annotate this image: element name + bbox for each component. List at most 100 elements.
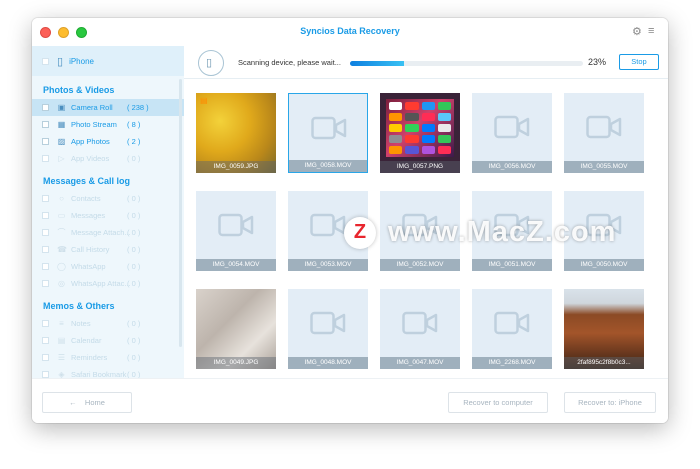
gear-icon[interactable]: ⚙ — [632, 25, 642, 38]
sidebar-item-checkbox — [42, 155, 49, 162]
media-tile-photo[interactable]: IMG_0057.PNG — [380, 93, 460, 173]
video-camera-icon — [218, 213, 254, 237]
sidebar-item-checkbox — [42, 195, 49, 202]
whatsapp-attachment-icon: ◎ — [58, 279, 65, 288]
media-tile-video[interactable]: IMG_2268.MOV — [472, 289, 552, 369]
sidebar-item-label: Messages — [71, 211, 106, 220]
sidebar-item-count: ( 0 ) — [127, 370, 141, 378]
contacts-icon: ○ — [59, 194, 64, 203]
sidebar-item-count: ( 0 ) — [127, 262, 141, 271]
device-name: iPhone — [69, 56, 94, 66]
media-tile-name: IMG_0051.MOV — [472, 259, 552, 271]
title-bar: Syncios Data Recovery ⚙ ≡ — [32, 18, 668, 46]
sidebar-sections: Photos & Videos ▣ Camera Roll ( 238 ) ▦ Photo… — [32, 76, 184, 378]
recover-to-device-button[interactable]: Recover to: iPhone — [564, 392, 656, 413]
sidebar: ▯ iPhone Photos & Videos ▣ Camera Roll ( 23… — [32, 46, 184, 378]
sidebar-item-label: Reminders — [71, 353, 108, 362]
app-icon — [437, 135, 451, 143]
sidebar-item-count: ( 0 ) — [127, 194, 141, 203]
sidebar-item: ◈ Safari Bookmark( 0 ) — [32, 366, 184, 378]
video-camera-icon — [402, 311, 438, 335]
sidebar-item-label: WhatsApp — [71, 262, 106, 271]
media-tile-video[interactable]: IMG_0056.MOV — [472, 93, 552, 173]
app-icon — [389, 135, 403, 143]
media-tile-name: IMG_0047.MOV — [380, 357, 460, 369]
sidebar-item-label: Contacts — [71, 194, 101, 203]
device-checkbox[interactable] — [42, 57, 49, 65]
sidebar-item-count: ( 0 ) — [127, 154, 141, 163]
app-videos-icon: ▷ — [58, 154, 65, 163]
sidebar-item-label: Safari Bookmark — [71, 370, 127, 378]
watermark-text: www.MacZ.com — [388, 216, 617, 248]
sidebar-item-checkbox[interactable] — [42, 104, 49, 111]
sidebar-item-count: ( 8 ) — [127, 120, 141, 129]
media-tile-name: IMG_0055.MOV — [564, 161, 644, 173]
sidebar-item: ☰ Reminders ( 0 ) — [32, 349, 184, 366]
sidebar-item: ▷ App Videos ( 0 ) — [32, 150, 184, 167]
sidebar-item: ☎ Call History ( 0 ) — [32, 241, 184, 258]
device-row[interactable]: ▯ iPhone — [32, 46, 184, 76]
sidebar-item-count: ( 0 ) — [127, 319, 141, 328]
whatsapp-icon: ◯ — [57, 262, 66, 271]
scan-progress-fill — [350, 61, 404, 66]
sidebar-item-count: ( 0 ) — [127, 245, 141, 254]
sidebar-item[interactable]: ▨ App Photos ( 2 ) — [32, 133, 184, 150]
media-tile-video[interactable]: IMG_0054.MOV — [196, 191, 276, 271]
sidebar-item-label: Camera Roll — [71, 103, 113, 112]
video-camera-icon — [586, 115, 622, 139]
sidebar-item-count: ( 0 ) — [127, 211, 141, 220]
media-tile-photo[interactable]: ▤ IMG_0059.JPG — [196, 93, 276, 173]
reminders-icon: ☰ — [57, 353, 66, 362]
sidebar-item-checkbox — [42, 212, 49, 219]
video-camera-icon — [310, 213, 346, 237]
home-button-label: Home — [84, 398, 105, 407]
media-tile-video[interactable]: IMG_0047.MOV — [380, 289, 460, 369]
video-camera-icon — [311, 116, 347, 140]
media-tile-name: IMG_0048.MOV — [288, 357, 368, 369]
home-button[interactable]: ← Home — [42, 392, 132, 413]
recover-to-computer-button[interactable]: Recover to computer — [448, 392, 548, 413]
sidebar-item-label: Calendar — [71, 336, 102, 345]
footer-bar: ← Home Recover to computer Recover to: i… — [32, 378, 668, 423]
sidebar-item-label: Message Attach... — [71, 228, 131, 237]
app-icon — [389, 146, 403, 154]
notes-icon: ≡ — [59, 319, 64, 328]
app-title: Syncios Data Recovery — [300, 26, 400, 36]
sidebar-item-count: ( 0 ) — [127, 228, 141, 237]
camera-icon: ▣ — [57, 103, 66, 112]
sidebar-item: ◯ WhatsApp ( 0 ) — [32, 258, 184, 275]
sidebar-item[interactable]: ▣ Camera Roll ( 238 ) — [32, 99, 184, 116]
sidebar-item-checkbox — [42, 337, 49, 344]
phone-icon: ☎ — [57, 245, 67, 254]
media-tile-name: IMG_0049.JPG — [196, 357, 276, 369]
scan-progress-bar — [350, 61, 583, 66]
sidebar-item: ▤ Calendar ( 0 ) — [32, 332, 184, 349]
sidebar-item-label: WhatsApp Attac... — [71, 279, 131, 288]
photo-stream-icon: ▦ — [57, 120, 66, 129]
media-tile-video[interactable]: IMG_0058.MOV — [288, 93, 368, 173]
video-camera-icon — [310, 311, 346, 335]
app-icon — [421, 102, 435, 110]
sidebar-item-count: ( 238 ) — [127, 103, 149, 112]
app-icon — [421, 113, 435, 121]
calendar-icon: ▤ — [57, 336, 66, 345]
media-tile-photo[interactable]: IMG_0049.JPG — [196, 289, 276, 369]
stop-button[interactable]: Stop — [619, 54, 659, 70]
sidebar-item-checkbox[interactable] — [42, 138, 49, 145]
iphone-icon: ▯ — [57, 55, 64, 68]
media-tile-video[interactable]: IMG_0055.MOV — [564, 93, 644, 173]
attachment-icon: ⌒ — [57, 228, 66, 237]
sidebar-item[interactable]: ▦ Photo Stream ( 8 ) — [32, 116, 184, 133]
sidebar-item-checkbox[interactable] — [42, 121, 49, 128]
media-tile-video[interactable]: IMG_0048.MOV — [288, 289, 368, 369]
app-icon — [421, 135, 435, 143]
media-tile-photo[interactable]: 2faf895c2f8b0c3... — [564, 289, 644, 369]
app-icon — [437, 102, 451, 110]
menu-icon[interactable]: ≡ — [648, 25, 654, 37]
sidebar-item-count: ( 0 ) — [127, 353, 141, 362]
sidebar-scrollbar[interactable] — [179, 79, 182, 347]
app-icon — [421, 124, 435, 132]
sidebar-item: ◎ WhatsApp Attac...( 0 ) — [32, 275, 184, 292]
app-icon — [437, 124, 451, 132]
sidebar-item-count: ( 0 ) — [127, 279, 141, 288]
